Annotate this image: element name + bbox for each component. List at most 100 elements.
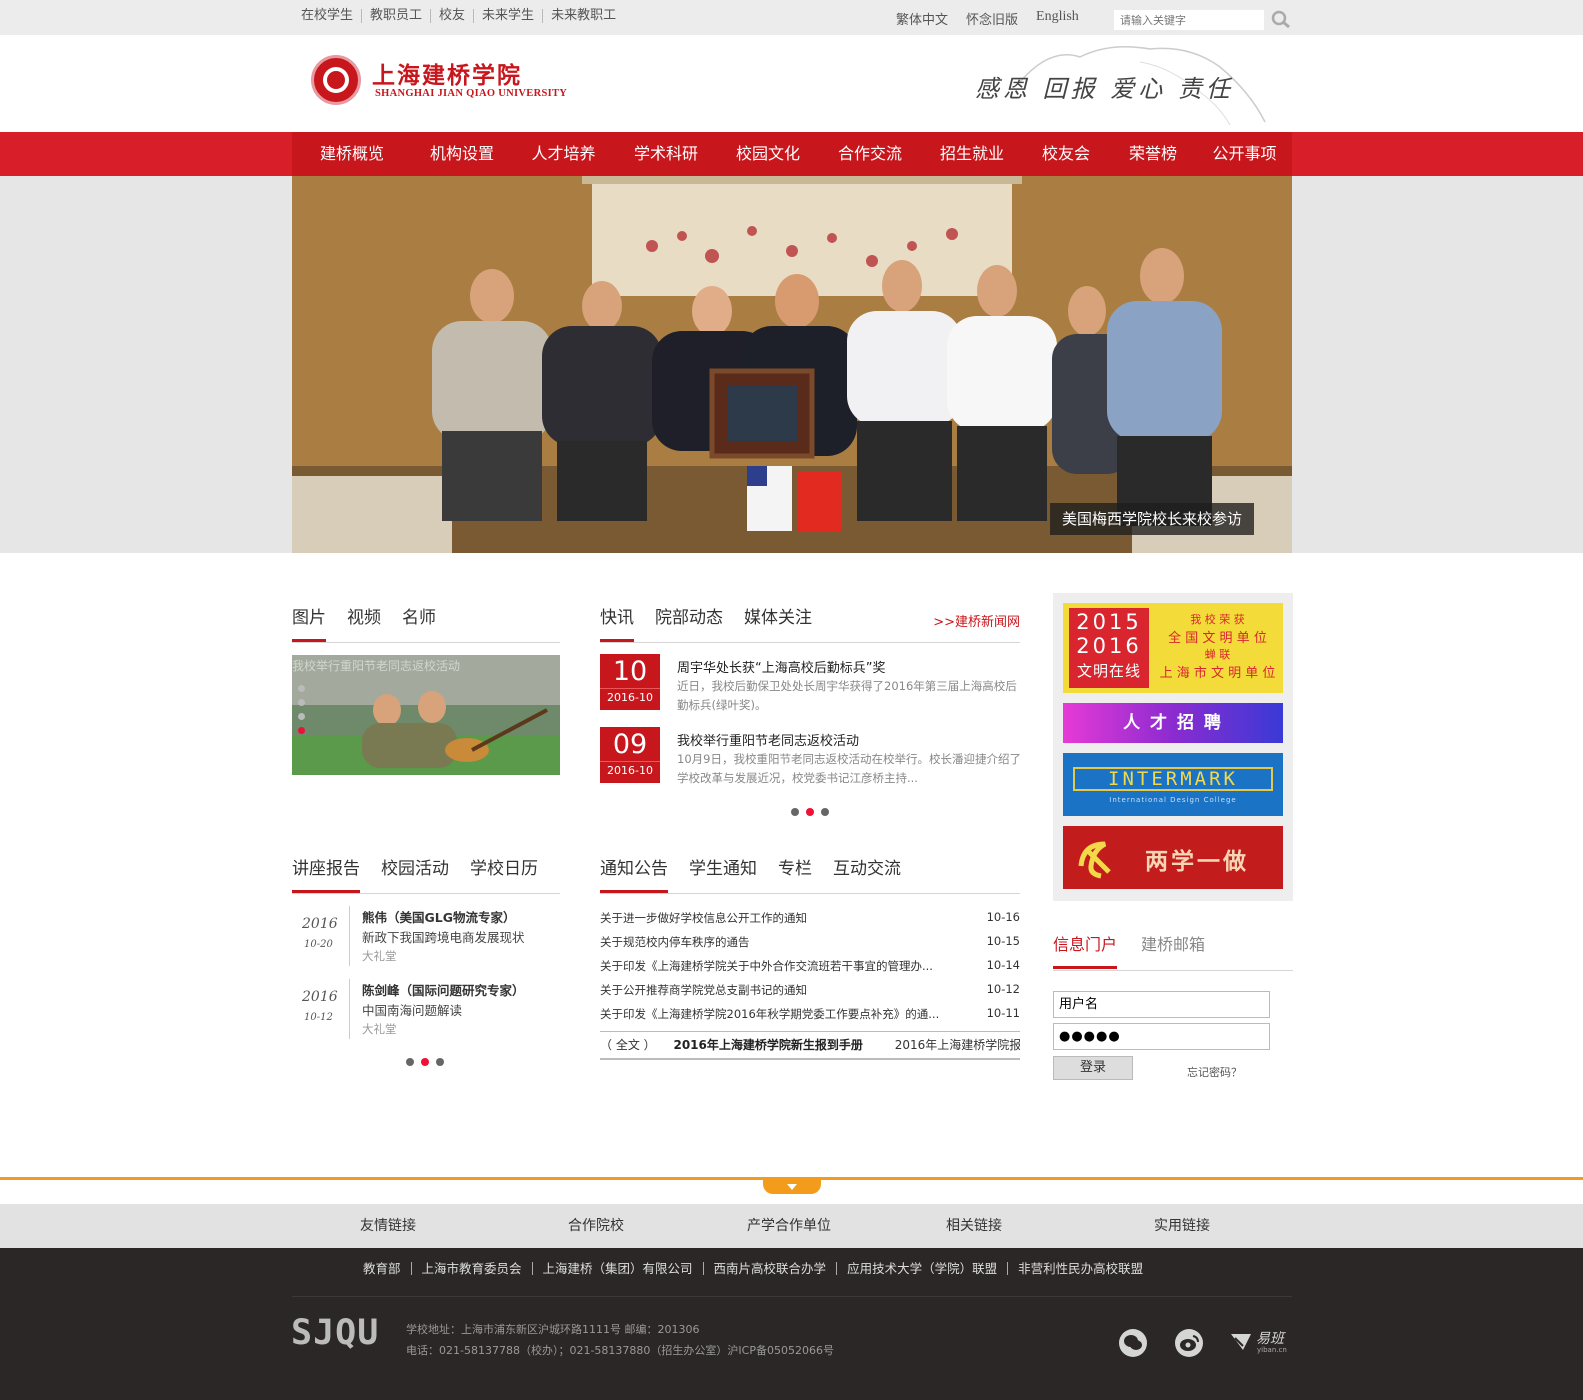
nav-item-education[interactable]: 人才培养	[512, 132, 615, 176]
link-students[interactable]: 在校学生	[301, 9, 361, 23]
tab-videos[interactable]: 视频	[347, 603, 381, 633]
news-pagination-dots[interactable]	[791, 808, 829, 816]
lecture-date: 10-12	[304, 1012, 333, 1023]
nav-item-cooperation[interactable]: 合作交流	[819, 132, 921, 176]
nav-item-alumni[interactable]: 校友会	[1023, 132, 1109, 176]
partner-link[interactable]: 上海建桥（集团）有限公司	[531, 1262, 703, 1275]
news-title[interactable]: 周宇华处长获“上海高校后勤标兵”奖	[677, 657, 885, 676]
nav-item-disclosure[interactable]: 公开事项	[1197, 132, 1292, 176]
notice-row[interactable]: 关于印发《上海建桥学院关于中外合作交流班若干事宜的管理办... 10-14	[600, 958, 1020, 978]
tab-famous-teachers[interactable]: 名师	[402, 603, 436, 633]
tab-columns[interactable]: 专栏	[778, 854, 812, 884]
partner-link[interactable]: 非营利性民办高校联盟	[1007, 1262, 1153, 1275]
notice-title[interactable]: 关于印发《上海建桥学院2016年秋学期党委工作要点补充》的通...	[600, 1006, 955, 1022]
nav-item-honors[interactable]: 荣誉榜	[1109, 132, 1197, 176]
nav-item-research[interactable]: 学术科研	[615, 132, 717, 176]
search-icon[interactable]	[1270, 9, 1292, 29]
link-alumni[interactable]: 校友	[430, 9, 473, 23]
school-emblem-icon[interactable]	[311, 55, 361, 105]
ad-year: 2015	[1076, 610, 1142, 634]
site-header: 上海建桥学院 SHANGHAI JIAN QIAO UNIVERSITY 感恩 …	[0, 35, 1583, 132]
notice-title[interactable]: 关于规范校内停车秩序的通告	[600, 934, 955, 950]
news-more-link[interactable]: >>建桥新闻网	[933, 611, 1020, 630]
link-staff[interactable]: 教职员工	[361, 9, 430, 23]
notice-row[interactable]: 关于规范校内停车秩序的通告 10-15	[600, 934, 1020, 954]
lecture-year: 2016	[302, 916, 338, 932]
ad-recruitment[interactable]: 人 才 招 聘	[1063, 703, 1283, 743]
wechat-icon[interactable]	[1119, 1329, 1147, 1357]
tab-lectures[interactable]: 讲座报告	[292, 854, 360, 893]
notice-title[interactable]: 关于印发《上海建桥学院关于中外合作交流班若干事宜的管理办...	[600, 958, 955, 974]
notice-row[interactable]: 关于印发《上海建桥学院2016年秋学期党委工作要点补充》的通... 10-11	[600, 1006, 1020, 1026]
ad-intermark-subtitle: International Design College	[1109, 796, 1237, 804]
ticker-item[interactable]: 2016年上海建桥学院报考	[895, 1038, 1020, 1052]
link-traditional-chinese[interactable]: 繁体中文	[896, 9, 948, 28]
language-links: 繁体中文 怀念旧版 English	[896, 9, 1079, 28]
lecture-speaker[interactable]: 熊伟（美国GLG物流专家）	[362, 907, 516, 926]
username-field[interactable]: 用户名	[1053, 991, 1270, 1018]
footer-link-industry-partners[interactable]: 产学合作单位	[747, 1204, 831, 1248]
notice-row[interactable]: 关于公开推荐商学院党总支副书记的通知 10-12	[600, 982, 1020, 1002]
news-summary: 近日，我校后勤保卫处处长周宇华获得了2016年第三届上海高校后勤标兵(绿叶奖)。	[677, 679, 1017, 712]
ad-intermark[interactable]: INTERMARK International Design College	[1063, 753, 1283, 816]
tab-notices[interactable]: 通知公告	[600, 854, 668, 893]
partner-links: 教育部 上海市教育委员会 上海建桥（集团）有限公司 西南片高校联合办学 应用技术…	[363, 1262, 1153, 1275]
password-field[interactable]: ●●●●●	[1053, 1023, 1270, 1050]
media-slider-dots	[298, 685, 305, 734]
footer-link-related[interactable]: 相关链接	[946, 1204, 1002, 1248]
lecture-topic[interactable]: 新政下我国跨境电商发展现状	[362, 927, 525, 946]
tab-department-news[interactable]: 院部动态	[655, 603, 723, 633]
ad-year: 2016	[1076, 634, 1142, 658]
ad-civilized-unit[interactable]: 2015 2016 文明在线 我 校 荣 获 全 国 文 明 单 位 蝉 联 上…	[1063, 603, 1283, 693]
notice-row[interactable]: 关于进一步做好学校信息公开工作的通知 10-16	[600, 910, 1020, 930]
weibo-icon[interactable]	[1175, 1329, 1203, 1357]
logo-chinese-name[interactable]: 上海建桥学院	[372, 56, 522, 90]
lecture-pagination-dots[interactable]	[406, 1058, 444, 1066]
footer-link-partner-schools[interactable]: 合作院校	[568, 1204, 624, 1248]
notice-title[interactable]: 关于公开推荐商学院党总支副书记的通知	[600, 982, 955, 998]
notice-date: 10-11	[986, 1006, 1020, 1020]
tab-media-focus[interactable]: 媒体关注	[744, 603, 812, 633]
nav-item-admissions[interactable]: 招生就业	[921, 132, 1023, 176]
footer-link-friends[interactable]: 友情链接	[360, 1204, 416, 1248]
tab-pictures[interactable]: 图片	[292, 603, 326, 642]
notice-title[interactable]: 关于进一步做好学校信息公开工作的通知	[600, 910, 955, 926]
banner-photo[interactable]	[292, 176, 1292, 553]
nav-item-culture[interactable]: 校园文化	[717, 132, 819, 176]
login-button[interactable]: 登录	[1053, 1056, 1133, 1080]
search-input[interactable]	[1114, 10, 1264, 30]
tab-school-calendar[interactable]: 学校日历	[470, 854, 538, 884]
ticker-item[interactable]: 2016年上海建桥学院新生报到手册	[673, 1038, 862, 1052]
link-future-staff[interactable]: 未来教职工	[542, 9, 624, 23]
tab-flash-news[interactable]: 快讯	[600, 603, 634, 642]
news-date-badge: 09 2016-10	[600, 727, 660, 783]
footer-link-useful[interactable]: 实用链接	[1154, 1204, 1210, 1248]
link-future-students[interactable]: 未来学生	[473, 9, 542, 23]
yiban-icon[interactable]: 易班 yiban.cn	[1229, 1328, 1293, 1356]
link-old-version[interactable]: 怀念旧版	[966, 9, 1018, 28]
partner-link[interactable]: 西南片高校联合办学	[702, 1262, 837, 1275]
banner-caption[interactable]: 美国梅西学院校长来校参访	[1050, 503, 1255, 535]
nav-item-organization[interactable]: 机构设置	[412, 132, 512, 176]
ad-line: 蝉 联	[1204, 648, 1231, 661]
partner-link[interactable]: 上海市教育委员会	[410, 1262, 532, 1275]
ad-two-studies[interactable]: 两学一做	[1063, 826, 1283, 889]
nav-item-overview[interactable]: 建桥概览	[292, 132, 412, 176]
footer-toggle[interactable]	[763, 1180, 821, 1194]
link-english[interactable]: English	[1036, 9, 1079, 28]
logo-english-name[interactable]: SHANGHAI JIAN QIAO UNIVERSITY	[375, 88, 567, 99]
yiban-label: 易班	[1256, 1331, 1284, 1347]
tab-interaction[interactable]: 互动交流	[833, 854, 901, 884]
news-title[interactable]: 我校举行重阳节老同志返校活动	[677, 730, 859, 749]
lecture-topic[interactable]: 中国南海问题解读	[362, 1000, 462, 1019]
lecture-date: 10-20	[304, 939, 333, 950]
tab-info-portal[interactable]: 信息门户	[1053, 930, 1118, 969]
partner-link[interactable]: 教育部	[363, 1262, 411, 1275]
partner-link[interactable]: 应用技术大学（学院）联盟	[836, 1262, 1007, 1275]
tab-student-notices[interactable]: 学生通知	[689, 854, 757, 884]
tab-campus-events[interactable]: 校园活动	[381, 854, 449, 884]
forgot-password-link[interactable]: 忘记密码？	[1187, 1064, 1242, 1080]
lecture-speaker[interactable]: 陈剑峰（国际问题研究专家）	[362, 980, 525, 999]
media-image[interactable]: 我校举行重阳节老同志返校活动	[292, 655, 560, 775]
tab-campus-mail[interactable]: 建桥邮箱	[1141, 930, 1205, 960]
